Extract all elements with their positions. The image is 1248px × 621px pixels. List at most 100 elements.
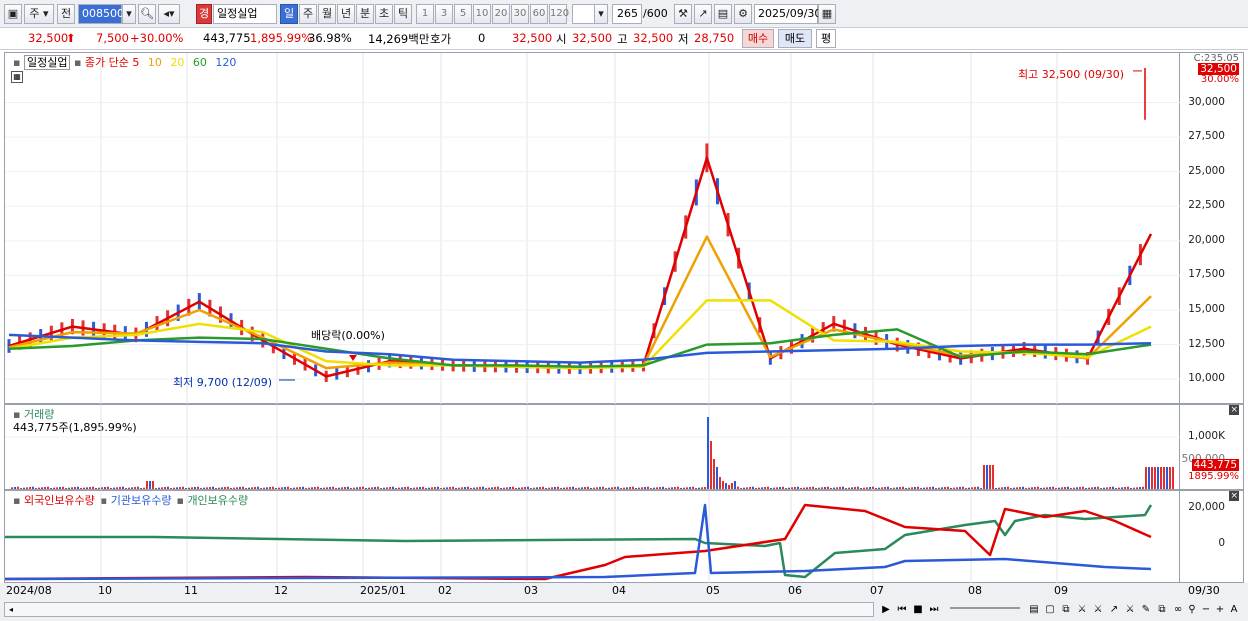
volume-bar [617,486,619,489]
calendar-icon[interactable]: ▦ [818,4,836,24]
interval-tab-5[interactable]: 5 [454,4,472,24]
interval-tab-30[interactable]: 30 [511,4,529,24]
gear-icon[interactable]: ⚙ [734,4,752,24]
volume-bar [341,487,343,489]
layout-icon[interactable]: ▣ [4,4,22,24]
volume-panel[interactable]: ▪ 거래량 443,775주(1,895.99%) [4,404,1181,491]
price-y-axis[interactable]: C:235.05 32,500 30.00% 30,000 27,500 25,00… [1180,52,1244,404]
volume-bar [974,487,976,489]
buy-button[interactable]: 매수 [742,29,774,48]
volume-bar [461,487,463,489]
holding-panel[interactable]: ▪ 외국인보유수량 ▪ 기관보유수량 ▪ 개인보유수량 [4,490,1180,584]
scroll-left-icon[interactable]: ◂ [5,603,17,616]
volume-bar [626,487,628,489]
volume-bar [815,488,817,489]
volume-bar [866,487,868,489]
volume-bar [272,486,274,489]
volume-bar [956,487,958,489]
volume-bar [407,486,409,489]
volume-bar [824,487,826,489]
volume-bar [428,487,430,489]
grid-icon[interactable]: ▤ [1026,603,1042,617]
price-panel[interactable]: ▪ 일정실업 ▪ 종가 단순 5 10 20 60 120 ▦ 최고 32,50… [4,52,1181,405]
search-icon[interactable]: 🔍︎ [138,4,156,24]
volume-bar [779,487,781,489]
volume-bar [533,487,535,489]
volume-bar [227,486,229,489]
date-input[interactable]: 2025/09/30 [754,4,821,24]
volume-bar [632,486,634,489]
volume-bar [497,486,499,489]
interval-tab-1[interactable]: 1 [416,4,434,24]
volume-bar [1157,467,1159,489]
mode-select[interactable]: 주 ▾ [24,4,54,24]
volume-bar [1091,487,1093,489]
sell-button[interactable]: 매도 [778,29,812,48]
price-ytick: 12,500 [1188,337,1225,350]
hoga-label: 호가 [430,32,452,46]
save-icon[interactable]: ▤ [714,4,732,24]
volume-bar [590,488,592,489]
volume-bar [1076,487,1078,489]
period-tab-2[interactable]: 월 [318,4,336,24]
tool3-icon[interactable]: ⚔ [1122,603,1138,617]
speaker-icon[interactable]: ◂▾ [158,4,180,24]
volume-bar [347,486,349,489]
volume-bar [1055,488,1057,489]
interval-tab-10[interactable]: 10 [473,4,491,24]
volume-chart [5,405,1181,491]
pencil-icon[interactable]: ✎ [1138,603,1154,617]
trend-icon[interactable]: ↗ [1106,603,1122,617]
interval-tab-120[interactable]: 120 [549,4,569,24]
step-back-icon[interactable]: ⏮ [894,603,910,617]
volume-bar [845,488,847,489]
stock-name[interactable]: 일정실업 [213,4,277,24]
holding-y-axis[interactable]: × 20,000 0 [1180,490,1244,583]
volume-bar [971,487,973,489]
zoom-slider[interactable] [950,607,1020,609]
period-tab-1[interactable]: 주 [299,4,317,24]
volume-bar [431,487,433,489]
volume-bar [443,487,445,489]
period-tab-4[interactable]: 분 [356,4,374,24]
interval-tab-60[interactable]: 60 [530,4,548,24]
tools-icon[interactable]: ⚒ [674,4,692,24]
period-tab-3[interactable]: 년 [337,4,355,24]
volume-bar [287,486,289,489]
code-input[interactable]: 008500 [78,4,124,24]
volume-bar [1046,487,1048,489]
volume-bar [179,487,181,489]
period-tab-5[interactable]: 초 [375,4,393,24]
panel-close-icon[interactable]: × [1229,491,1239,501]
interval-tab-20[interactable]: 20 [492,4,510,24]
avg-button[interactable]: 평 [816,29,836,48]
volume-bar [377,486,379,489]
step-forward-icon[interactable]: ⏭ [926,603,942,617]
period-tab-0[interactable]: 일 [280,4,298,24]
horizontal-scrollbar[interactable]: ◂ [4,602,874,617]
code-dropdown-icon[interactable]: ▾ [122,4,136,24]
draw-icon[interactable]: ↗ [694,4,712,24]
period-tab-6[interactable]: 틱 [394,4,412,24]
volume-bar [674,487,676,489]
interval-dropdown-icon[interactable]: ▾ [594,4,608,24]
count-input[interactable]: 265 [612,4,642,24]
tool2-icon[interactable]: ⚔ [1090,603,1106,617]
price-ytick: 20,000 [1188,233,1225,246]
volume-bar [737,486,739,489]
prev-button[interactable]: 전 [57,4,75,24]
volume-bar [122,486,124,489]
volume-y-axis[interactable]: × 1,000K 500,000 443,775 1895.99% [1180,404,1244,490]
hoga-value: 0 [478,31,486,45]
interval-tab-3[interactable]: 3 [435,4,453,24]
panel-close-icon[interactable]: × [1229,405,1239,415]
volume-bar [806,487,808,489]
text-size-icon[interactable]: A [1226,603,1242,617]
copy-icon[interactable]: ⧉ [1154,603,1170,617]
compare-icon[interactable]: ⧉ [1058,603,1074,617]
stop-icon[interactable]: ■ [910,603,926,617]
tool1-icon[interactable]: ⚔ [1074,603,1090,617]
play-icon[interactable]: ▶ [878,603,894,617]
window-icon[interactable]: ▢ [1042,603,1058,617]
volume-bar [677,486,679,489]
